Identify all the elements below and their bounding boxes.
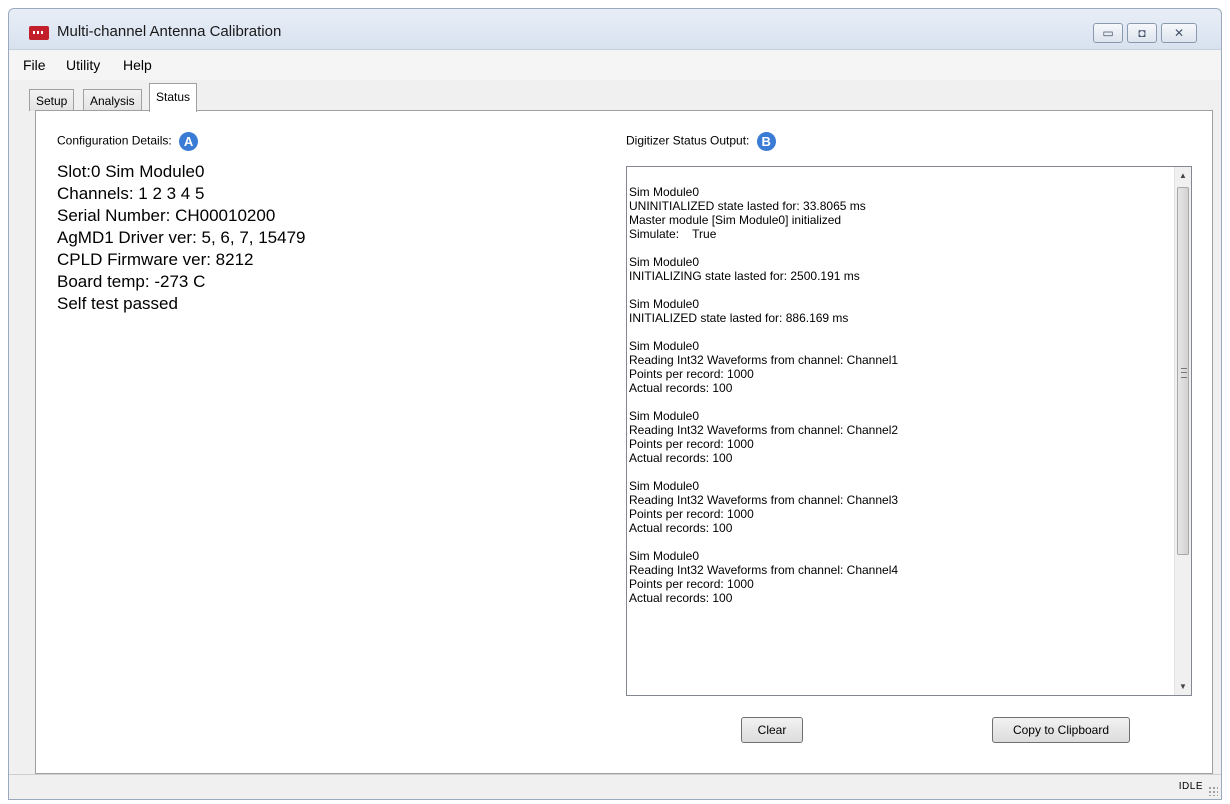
- title-bar[interactable]: Multi-channel Antenna Calibration ▭ ◘ ✕: [9, 9, 1221, 50]
- minimize-button[interactable]: ▭: [1093, 23, 1123, 43]
- scroll-thumb[interactable]: [1177, 187, 1189, 555]
- config-line-firmware: CPLD Firmware ver: 8212: [57, 250, 254, 269]
- status-output-line: UNINITIALIZED state lasted for: 33.8065 …: [629, 199, 866, 213]
- scroll-down-arrow-icon[interactable]: ▼: [1175, 678, 1191, 695]
- status-output-block: Sim Module0 UNINITIALIZED state lasted fo…: [629, 185, 1169, 241]
- resize-grip-icon[interactable]: [1208, 786, 1218, 796]
- status-output-block: Sim Module0 INITIALIZING state lasted for…: [629, 255, 1169, 283]
- status-output-line: INITIALIZING state lasted for: 2500.191 …: [629, 269, 860, 283]
- status-bar: IDLE: [9, 774, 1221, 799]
- config-line-temp: Board temp: -273 C: [57, 272, 206, 291]
- status-output-line: Sim Module0: [629, 339, 700, 353]
- status-output-block: Sim Module0 Reading Int32 Waveforms from …: [629, 479, 1169, 535]
- status-output-line: Sim Module0: [629, 409, 700, 423]
- app-window: Multi-channel Antenna Calibration ▭ ◘ ✕ …: [8, 8, 1222, 800]
- digitizer-status-output[interactable]: Sim Module0 UNINITIALIZED state lasted fo…: [626, 166, 1192, 696]
- menu-file[interactable]: File: [23, 57, 46, 73]
- callout-b-badge: B: [756, 132, 776, 151]
- status-output-line: Actual records: 100: [629, 521, 733, 535]
- config-line-serial: Serial Number: CH00010200: [57, 206, 276, 225]
- status-output-line: Points per record: 1000: [629, 367, 754, 381]
- status-output-block: Sim Module0 Reading Int32 Waveforms from …: [629, 409, 1169, 465]
- configuration-details-text: Configuration Details:: [57, 133, 172, 148]
- status-output-line: Actual records: 100: [629, 451, 733, 465]
- config-line-channels: Channels: 1 2 3 4 5: [57, 184, 205, 203]
- status-output-line: Sim Module0: [629, 297, 700, 311]
- status-output-line: Simulate: True: [629, 227, 717, 241]
- window-title: Multi-channel Antenna Calibration: [57, 23, 282, 40]
- menu-bar: File Utility Help: [9, 50, 1221, 80]
- close-button[interactable]: ✕: [1161, 23, 1197, 43]
- scroll-up-arrow-icon[interactable]: ▲: [1175, 167, 1191, 184]
- digitizer-status-label: Digitizer Status Output: B: [626, 132, 776, 151]
- status-output-line: Sim Module0: [629, 479, 700, 493]
- status-output-line: Master module [Sim Module0] initialized: [629, 213, 842, 227]
- status-output-line: Sim Module0: [629, 255, 700, 269]
- tab-setup[interactable]: Setup: [29, 89, 75, 111]
- config-line-selftest: Self test passed: [57, 294, 178, 313]
- clear-button[interactable]: Clear: [741, 717, 803, 743]
- status-output-line: Sim Module0: [629, 549, 700, 563]
- status-text: IDLE: [1178, 781, 1203, 792]
- status-output-line: Points per record: 1000: [629, 437, 754, 451]
- app-logo-icon: [29, 26, 49, 40]
- tab-analysis[interactable]: Analysis: [83, 89, 142, 111]
- menu-help[interactable]: Help: [123, 57, 152, 73]
- status-output-line: Actual records: 100: [629, 591, 733, 605]
- status-panel: Configuration Details: A Slot:0 Sim Modu…: [35, 110, 1213, 774]
- status-output-line: Points per record: 1000: [629, 577, 754, 591]
- tab-status[interactable]: Status: [149, 83, 198, 112]
- callout-a-badge: A: [179, 132, 199, 151]
- status-output-line: Reading Int32 Waveforms from channel: Ch…: [629, 493, 899, 507]
- menu-utility[interactable]: Utility: [66, 57, 100, 73]
- maximize-button[interactable]: ◘: [1127, 23, 1157, 43]
- status-output-line: Actual records: 100: [629, 381, 733, 395]
- status-output-line: Reading Int32 Waveforms from channel: Ch…: [629, 353, 899, 367]
- status-output-line: Sim Module0: [629, 185, 700, 199]
- status-output-line: INITIALIZED state lasted for: 886.169 ms: [629, 311, 849, 325]
- config-line-slot: Slot:0 Sim Module0: [57, 162, 205, 181]
- status-output-line: Points per record: 1000: [629, 507, 754, 521]
- digitizer-status-text: Digitizer Status Output:: [626, 133, 750, 148]
- configuration-details-label: Configuration Details: A: [57, 132, 199, 151]
- status-output-line: Reading Int32 Waveforms from channel: Ch…: [629, 423, 899, 437]
- configuration-details: Slot:0 Sim Module0 Channels: 1 2 3 4 5 S…: [57, 161, 306, 315]
- status-output-text: Sim Module0 UNINITIALIZED state lasted fo…: [629, 185, 1169, 619]
- status-output-block: Sim Module0 Reading Int32 Waveforms from …: [629, 339, 1169, 395]
- vertical-scrollbar[interactable]: ▲ ▼: [1174, 167, 1191, 695]
- status-output-line: Reading Int32 Waveforms from channel: Ch…: [629, 563, 899, 577]
- status-output-block: Sim Module0 INITIALIZED state lasted for:…: [629, 297, 1169, 325]
- status-output-block: Sim Module0 Reading Int32 Waveforms from …: [629, 549, 1169, 605]
- config-line-driver: AgMD1 Driver ver: 5, 6, 7, 15479: [57, 228, 306, 247]
- copy-to-clipboard-button[interactable]: Copy to Clipboard: [992, 717, 1130, 743]
- scroll-grip-icon: [1181, 368, 1187, 378]
